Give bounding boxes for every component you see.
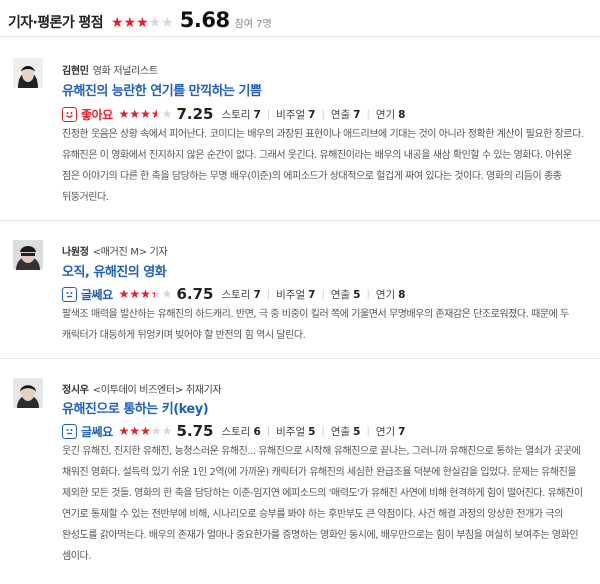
review-star-rating: ★★★★★★★★★★ [119,108,173,120]
review-headline: 유해진의 능란한 연기를 만끽하는 기쁨 [62,84,262,99]
review-rating-row: 글쎄요 ★★★★★★★★★★ 5.75 스토리6| 비주얼5| 연출5| 연기7 [62,421,405,441]
star-icon: ★★ [161,424,173,438]
criteria-direction: 연출 7 [330,108,361,121]
review-score: 7.25 [176,105,214,123]
review-star-rating: ★★★★★★★★★★ [119,425,173,437]
star-icon: ★★ [161,287,173,301]
star-icon: ★★ [150,424,162,438]
participant-count: 참여 7명 [234,19,272,30]
criteria-story: 스토리 6 [221,425,261,438]
review-text: 웃긴 유해진, 진지한 유해진, 능청스러운 유해진... 유해진으로 시작해 … [62,446,583,562]
star-icon: ★★ [118,287,130,301]
overall-star-rating: ★★★★★★★★★★ [111,16,174,30]
criteria-acting: 연기 7 [375,425,406,438]
review-star-rating: ★★★★★★★★★★ [119,288,173,300]
star-icon: ★★ [110,15,124,31]
review-text: 진정한 웃음은 상황 속에서 피어난다. 코미디는 배우의 과장된 표현이나 애… [62,129,584,203]
mood-label: 글쎄요 [81,424,113,439]
section-title: 기자·평론가 평점 [8,15,104,31]
star-icon: ★★ [129,107,141,121]
reviewer-name[interactable]: 김현민 [62,66,89,77]
reviewer-avatar [13,378,43,408]
star-icon: ★★ [118,107,130,121]
review-score: 6.75 [176,285,214,303]
criteria-acting: 연기 8 [375,108,406,121]
star-icon: ★★ [140,424,151,438]
star-icon: ★★ [161,107,173,121]
criteria-visual: 비주얼 7 [276,288,316,301]
smile-icon [62,106,77,122]
reviewer-info: 정시우 <이투데이 비즈엔터> 취재기자 [62,381,222,396]
criteria-acting: 연기 8 [375,288,406,301]
review-text: 팔색조 매력을 발산하는 유해진의 하드캐리. 반면, 극 중 비중이 킬러 쪽… [62,309,569,341]
criteria-visual: 비주얼 5 [276,425,316,438]
criteria-visual: 비주얼 7 [276,108,316,121]
criteria-direction: 연출 5 [330,425,361,438]
mood-label: 글쎄요 [81,287,113,302]
reviewer-name[interactable]: 정시우 [62,385,89,396]
reviewer-info: 나원정 <매거진 M> 기자 [62,243,168,258]
overall-score: 5.68 [179,8,230,32]
star-icon: ★★ [150,107,162,121]
review-divider [0,358,600,359]
star-icon: ★★ [161,15,174,31]
criteria-story: 스토리 7 [221,108,261,121]
review-divider [0,220,600,221]
header-divider [0,36,600,37]
criteria-direction: 연출 5 [330,288,361,301]
star-icon: ★★ [136,15,149,31]
neutral-face-icon [62,286,77,302]
star-icon: ★★ [140,287,151,301]
criteria-story: 스토리 7 [221,288,261,301]
reviewer-info: 김현민 영화 저널리스트 [62,62,158,77]
reviewer-avatar [13,58,43,88]
reviewer-avatar [13,240,43,270]
review-rating-row: 글쎄요 ★★★★★★★★★★ 6.75 스토리7| 비주얼7| 연출5| 연기8 [62,284,405,304]
neutral-face-icon [62,423,77,439]
review-rating-row: 좋아요 ★★★★★★★★★★ 7.25 스토리7| 비주얼7| 연출7| 연기8 [62,104,405,124]
reviewer-name[interactable]: 나원정 [62,247,89,258]
star-icon: ★★ [140,107,151,121]
star-icon: ★★ [150,287,162,301]
star-icon: ★★ [123,15,137,31]
review-headline: 오직, 유해진의 영화 [62,265,167,280]
reviewer-role: <매거진 M> 기자 [92,247,168,258]
reviewer-role: 영화 저널리스트 [92,66,158,77]
critic-rating-header: 기자·평론가 평점 ★★★★★★★★★★ 5.68 참여 7명 [8,8,272,34]
star-icon: ★★ [129,424,141,438]
star-icon: ★★ [118,424,130,438]
star-icon: ★★ [148,15,162,31]
review-headline: 유해진으로 통하는 키(key) [62,402,209,417]
mood-label: 좋아요 [81,107,113,122]
reviewer-role: <이투데이 비즈엔터> 취재기자 [92,385,222,396]
star-icon: ★★ [129,287,141,301]
review-score: 5.75 [176,422,214,440]
